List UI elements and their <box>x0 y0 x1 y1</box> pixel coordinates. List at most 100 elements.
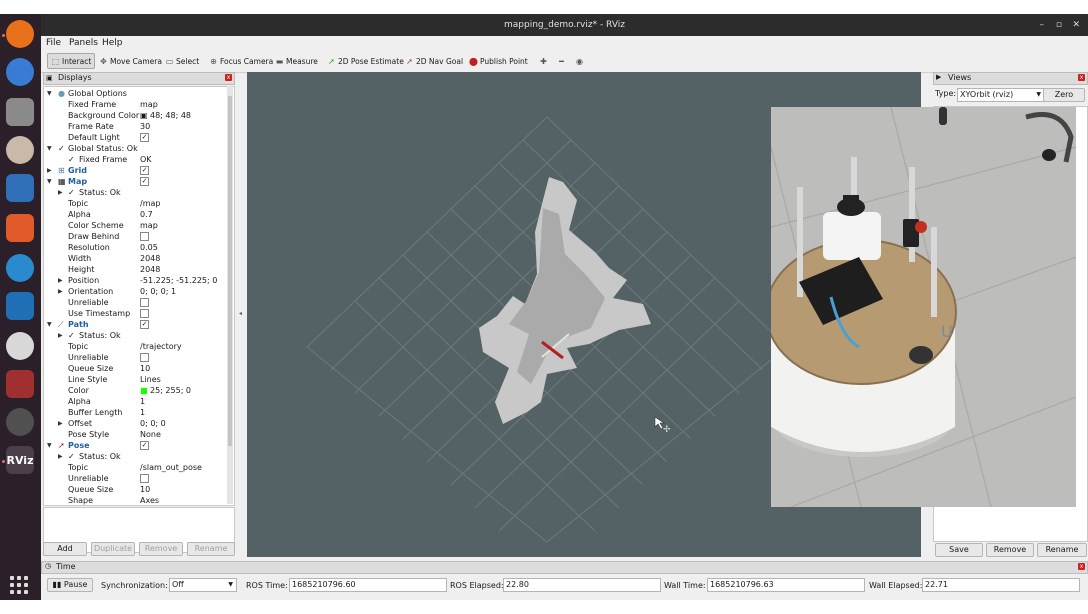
row-value[interactable]: 25; 255; 0 <box>150 385 191 396</box>
tree-row[interactable]: ✓ Fixed Frame OK <box>44 154 234 165</box>
expand-arrow-icon[interactable]: ▼ <box>47 176 52 187</box>
tool-options-button[interactable]: ◉ <box>575 54 586 68</box>
row-value[interactable]: Lines <box>140 374 161 385</box>
media-icon[interactable] <box>6 408 34 436</box>
expand-arrow-icon[interactable]: ▼ <box>47 319 52 330</box>
tree-row[interactable]: ▶ ✓ Status: Ok <box>44 451 234 462</box>
checkbox[interactable] <box>140 309 149 318</box>
maximize-icon[interactable]: ▫ <box>1056 20 1062 30</box>
collapse-arrow-icon[interactable]: ▶ <box>58 418 63 429</box>
rename-button[interactable]: Rename <box>187 542 235 556</box>
close-panel-icon[interactable]: x <box>225 74 232 81</box>
row-value[interactable]: None <box>140 429 161 440</box>
close-icon[interactable]: ✕ <box>1072 20 1080 30</box>
tree-row[interactable]: ▶ Position -51.225; -51.225; 0 <box>44 275 234 286</box>
tree-row[interactable]: Alpha 0.7 <box>44 209 234 220</box>
zero-button[interactable]: Zero <box>1043 88 1085 102</box>
checkbox[interactable]: ✓ <box>140 166 149 175</box>
tree-row[interactable]: ▶ ✓ Status: Ok <box>44 330 234 341</box>
collapse-arrow-icon[interactable]: ▶ <box>58 286 63 297</box>
row-value[interactable]: Axes <box>140 495 159 505</box>
tree-row[interactable]: Topic/slam_out_pose <box>44 462 234 473</box>
collapse-arrow-icon[interactable]: ▶ <box>47 165 52 176</box>
checkbox[interactable]: ✓ <box>140 441 149 450</box>
checkbox[interactable] <box>140 353 149 362</box>
tree-row[interactable]: ▼ ▦ Map ✓ <box>44 176 234 187</box>
tree-row[interactable]: Unreliable <box>44 352 234 363</box>
terminal-icon[interactable] <box>6 370 34 398</box>
tree-row[interactable]: Topic/map <box>44 198 234 209</box>
ros-time-field[interactable]: 1685210796.60 <box>289 578 447 592</box>
tree-row[interactable]: Height 2048 <box>44 264 234 275</box>
row-value[interactable]: map <box>140 99 158 110</box>
tree-row[interactable]: Unreliable <box>44 473 234 484</box>
tree-row[interactable]: Width 2048 <box>44 253 234 264</box>
row-value[interactable]: 1 <box>140 407 145 418</box>
files-icon[interactable] <box>6 98 34 126</box>
row-value[interactable]: 1 <box>140 396 145 407</box>
writer-icon[interactable] <box>6 174 34 202</box>
row-value[interactable]: 10 <box>140 484 150 495</box>
wall-elapsed-field[interactable]: 22.71 <box>922 578 1080 592</box>
collapse-arrow-icon[interactable]: ▶ <box>58 275 63 286</box>
tree-row[interactable]: ▼ ➚ Pose ✓ <box>44 440 234 451</box>
tree-row[interactable]: Color Scheme map <box>44 220 234 231</box>
checkbox[interactable]: ✓ <box>140 133 149 142</box>
row-value[interactable]: /map <box>140 198 160 209</box>
mail-icon[interactable] <box>6 58 34 86</box>
nav-goal-tool[interactable]: ➚ 2D Nav Goal <box>405 54 463 68</box>
help-icon[interactable] <box>6 254 34 282</box>
collapse-arrow-icon[interactable]: ▶ <box>58 330 63 341</box>
tree-row[interactable]: Buffer Length 1 <box>44 407 234 418</box>
view-type-select[interactable]: XYOrbit (rviz) ▼ <box>957 88 1045 102</box>
menu-panels[interactable]: Panels <box>69 38 98 48</box>
software-store-icon[interactable] <box>6 214 34 242</box>
tree-row[interactable]: Pose Style None <box>44 429 234 440</box>
scroll-thumb[interactable] <box>228 96 232 446</box>
expand-arrow-icon[interactable]: ▼ <box>47 88 52 99</box>
duplicate-button[interactable]: Duplicate <box>91 542 135 556</box>
tree-row[interactable]: Shape Axes <box>44 495 234 505</box>
tree-row[interactable]: Background Color ▣ 48; 48; 48 <box>44 110 234 121</box>
menu-help[interactable]: Help <box>102 38 123 48</box>
tree-row[interactable]: ▼ ● Global Options <box>44 88 234 99</box>
add-button[interactable]: Add <box>43 542 87 556</box>
add-tool-button[interactable]: ✚ <box>539 54 550 68</box>
row-value[interactable]: 48; 48; 48 <box>150 110 191 121</box>
remove-tool-button[interactable]: ━ <box>557 54 568 68</box>
tree-row[interactable]: ▶ Offset 0; 0; 0 <box>44 418 234 429</box>
row-value[interactable]: 0; 0; 0 <box>140 418 166 429</box>
menu-file[interactable]: File <box>46 38 61 48</box>
tree-row[interactable]: Alpha 1 <box>44 396 234 407</box>
tree-row[interactable]: Topic/trajectory <box>44 341 234 352</box>
expand-arrow-icon[interactable]: ▼ <box>47 440 52 451</box>
pose-estimate-tool[interactable]: ➚ 2D Pose Estimate <box>327 54 404 68</box>
tree-row[interactable]: Fixed Frame map <box>44 99 234 110</box>
tree-row[interactable]: Use Timestamp <box>44 308 234 319</box>
checkbox[interactable] <box>140 232 149 241</box>
sync-select[interactable]: Off ▼ <box>169 578 237 592</box>
row-value[interactable]: 0.7 <box>140 209 153 220</box>
vscode-icon[interactable] <box>6 292 34 320</box>
remove-view-button[interactable]: Remove <box>986 543 1034 557</box>
splitter-handle-icon[interactable]: ◂ <box>239 310 242 317</box>
checkbox[interactable]: ✓ <box>140 177 149 186</box>
tree-row[interactable]: ▶ ✓ Status: Ok <box>44 187 234 198</box>
checkbox[interactable] <box>140 298 149 307</box>
tree-row[interactable]: Line Style Lines <box>44 374 234 385</box>
focus-camera-tool[interactable]: ⊕ Focus Camera <box>209 54 273 68</box>
tree-row[interactable]: Default Light ✓ <box>44 132 234 143</box>
save-view-button[interactable]: Save <box>935 543 983 557</box>
move-camera-tool[interactable]: ✥ Move Camera <box>99 54 162 68</box>
select-tool[interactable]: ▭ Select <box>165 54 199 68</box>
tree-row[interactable]: Draw Behind <box>44 231 234 242</box>
collapse-arrow-icon[interactable]: ▶ <box>58 187 63 198</box>
checkbox[interactable] <box>140 474 149 483</box>
tree-row[interactable]: Color ■ 25; 255; 0 <box>44 385 234 396</box>
tree-row[interactable]: Unreliable <box>44 297 234 308</box>
row-value[interactable]: 30 <box>140 121 150 132</box>
tree-row[interactable]: ▶ ⊞ Grid ✓ <box>44 165 234 176</box>
displays-scrollbar[interactable] <box>227 86 233 504</box>
minimize-icon[interactable]: – <box>1040 20 1045 30</box>
publish-point-tool[interactable]: ⬤ Publish Point <box>469 54 528 68</box>
